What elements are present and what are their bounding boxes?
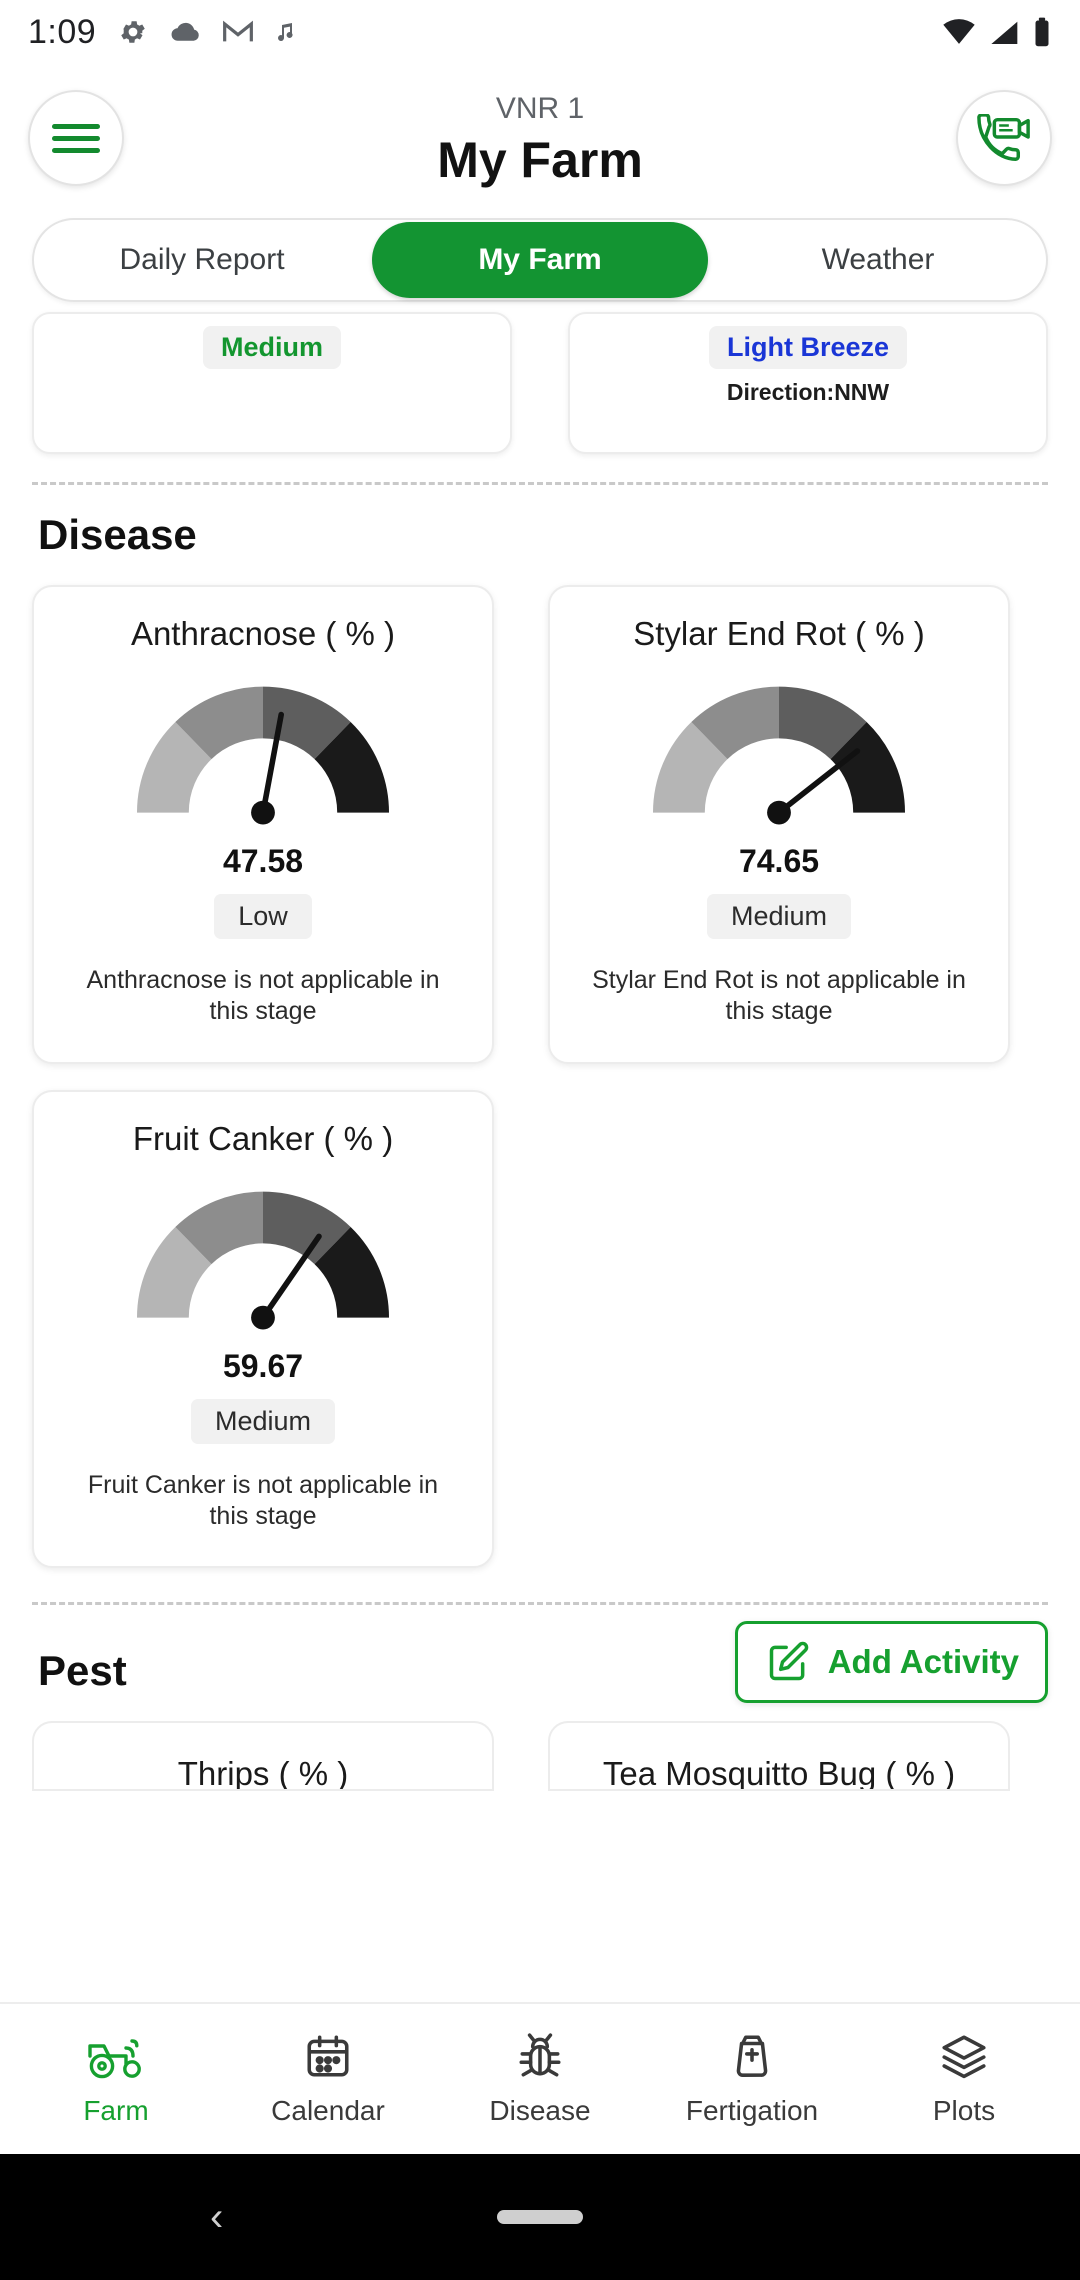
disease-card-fruit-canker[interactable]: Fruit Canker ( % ) 59.67 Medium Fruit Ca… bbox=[32, 1089, 494, 1568]
video-call-button[interactable] bbox=[956, 90, 1052, 186]
pest-card-thrips[interactable]: Thrips ( % ) bbox=[32, 1721, 494, 1791]
disease-severity-badge: Medium bbox=[706, 894, 852, 939]
edit-square-icon bbox=[769, 1641, 808, 1681]
weather-card-wind[interactable]: Light Breeze Direction:NNW bbox=[568, 312, 1048, 454]
cloud-icon bbox=[171, 22, 199, 41]
gauge-icon bbox=[653, 686, 905, 825]
pest-section-divider bbox=[32, 1602, 1048, 1605]
pest-card-title: Thrips ( % ) bbox=[177, 1755, 349, 1791]
fertilizer-bag-icon bbox=[736, 2035, 768, 2077]
disease-card-row-1: Anthracnose ( % ) 47.58 Low Anthracnose … bbox=[32, 585, 1048, 1064]
nav-label-calendar: Calendar bbox=[271, 2095, 385, 2126]
calendar-icon bbox=[307, 2035, 349, 2077]
weather-summary-row: Medium Light Breeze Direction:NNW bbox=[32, 312, 1048, 454]
pest-card-tea-mosquitto-bug[interactable]: Tea Mosquitto Bug ( % ) bbox=[548, 1721, 1010, 1791]
disease-card-title: Anthracnose ( % ) bbox=[130, 615, 396, 652]
scroll-content[interactable]: Medium Light Breeze Direction:NNW Diseas… bbox=[0, 302, 1080, 2002]
nav-item-disease[interactable]: Disease bbox=[434, 2031, 646, 2127]
disease-note: Anthracnose is not applicable in this st… bbox=[86, 966, 440, 1026]
disease-severity-badge: Medium bbox=[190, 1398, 336, 1444]
disease-value: 47.58 bbox=[222, 843, 304, 879]
nav-item-fertigation[interactable]: Fertigation bbox=[646, 2031, 858, 2127]
tab-daily-report[interactable]: Daily Report bbox=[34, 220, 370, 300]
battery-icon bbox=[1035, 17, 1049, 47]
nav-item-farm[interactable]: Farm bbox=[10, 2031, 222, 2127]
disease-card-title: Stylar End Rot ( % ) bbox=[633, 615, 925, 652]
disease-severity-badge: Low bbox=[214, 894, 312, 939]
wifi-icon bbox=[943, 19, 975, 44]
add-activity-button[interactable]: Add Activity bbox=[734, 1621, 1048, 1703]
disease-section-title: Disease bbox=[38, 511, 197, 558]
gmail-icon bbox=[223, 20, 254, 42]
gauge-icon bbox=[136, 1191, 390, 1329]
section-divider bbox=[32, 482, 1048, 485]
nav-label-disease: Disease bbox=[489, 2095, 591, 2126]
video-call-icon bbox=[977, 114, 1030, 161]
pest-card-row: Thrips ( % ) Tea Mosquitto Bug ( % ) bbox=[32, 1721, 1048, 1791]
disease-value: 59.67 bbox=[222, 1347, 304, 1384]
signal-icon bbox=[988, 18, 1019, 46]
disease-card-anthracnose[interactable]: Anthracnose ( % ) 47.58 Low Anthracnose … bbox=[32, 585, 494, 1064]
hamburger-menu-icon bbox=[52, 117, 100, 160]
status-bar: 1:09 bbox=[0, 0, 1080, 64]
add-activity-label: Add Activity bbox=[827, 1643, 1019, 1680]
pest-section-title: Pest bbox=[38, 1647, 127, 1694]
disease-value: 74.65 bbox=[738, 843, 820, 879]
bottom-navigation: Farm Calendar Disease Fertigation Plots bbox=[0, 2002, 1080, 2154]
wind-direction: Direction:NNW bbox=[726, 379, 890, 405]
nav-label-farm: Farm bbox=[83, 2095, 149, 2126]
nav-label-fertigation: Fertigation bbox=[685, 2095, 819, 2126]
tab-bar: Daily Report My Farm Weather bbox=[32, 218, 1048, 302]
disease-card-row-2: Fruit Canker ( % ) 59.67 Medium Fruit Ca… bbox=[32, 1089, 1048, 1568]
pest-header-row: Pest Add Activity bbox=[32, 1621, 1048, 1703]
pest-card-title: Tea Mosquitto Bug ( % ) bbox=[602, 1755, 956, 1791]
gauge-stylar-end-rot bbox=[568, 661, 990, 831]
disease-note: Stylar End Rot is not applicable in this… bbox=[592, 966, 966, 1026]
weather-card-clipped-title bbox=[34, 314, 510, 318]
tab-weather[interactable]: Weather bbox=[710, 220, 1046, 300]
weather-value-medium: Medium bbox=[202, 326, 341, 369]
status-time: 1:09 bbox=[28, 12, 97, 51]
system-navigation-bar: ‹ bbox=[0, 2154, 1080, 2280]
tab-my-farm[interactable]: My Farm bbox=[372, 222, 708, 298]
menu-button[interactable] bbox=[28, 90, 124, 186]
weather-card-humidity[interactable]: Medium bbox=[32, 312, 512, 454]
header-titles: VNR 1 My Farm bbox=[124, 90, 956, 188]
home-pill[interactable] bbox=[497, 2210, 583, 2224]
gauge-icon bbox=[136, 686, 390, 825]
disease-card-title: Fruit Canker ( % ) bbox=[132, 1119, 394, 1157]
plot-name: VNR 1 bbox=[495, 92, 585, 125]
nav-item-calendar[interactable]: Calendar bbox=[222, 2031, 434, 2127]
status-right-icons bbox=[942, 17, 1052, 47]
gauge-fruit-canker bbox=[52, 1166, 474, 1336]
app-screen: 1:09 VNR 1 My Farm Daily Report My Farm … bbox=[0, 0, 1080, 2280]
app-bar: VNR 1 My Farm bbox=[0, 64, 1080, 198]
gauge-anthracnose bbox=[52, 661, 474, 831]
weather-value-light-breeze: Light Breeze bbox=[708, 326, 908, 369]
page-title: My Farm bbox=[437, 132, 643, 188]
back-chevron-icon[interactable]: ‹ bbox=[210, 2197, 223, 2237]
gear-icon bbox=[121, 21, 145, 43]
disease-card-stylar-end-rot[interactable]: Stylar End Rot ( % ) 74.65 Medium Stylar… bbox=[548, 585, 1010, 1064]
nav-item-plots[interactable]: Plots bbox=[858, 2031, 1070, 2127]
weather-card-clipped-title bbox=[570, 314, 1046, 318]
layers-icon bbox=[942, 2035, 986, 2079]
music-note-icon bbox=[278, 23, 293, 42]
bug-icon bbox=[519, 2033, 561, 2077]
disease-note: Fruit Canker is not applicable in this s… bbox=[87, 1470, 439, 1530]
tractor-icon bbox=[88, 2039, 141, 2079]
nav-label-plots: Plots bbox=[932, 2095, 996, 2126]
status-left-icons bbox=[118, 17, 298, 47]
